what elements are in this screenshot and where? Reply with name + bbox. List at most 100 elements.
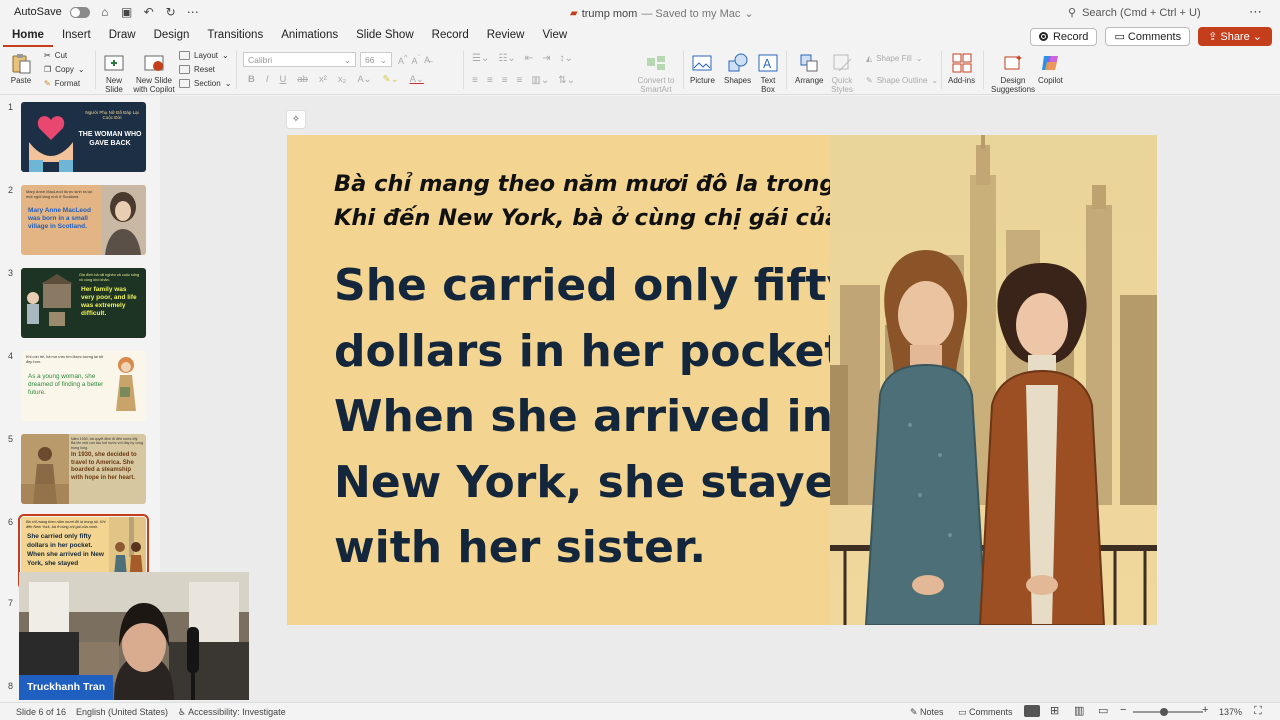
more-options-icon[interactable]: ⋯	[1249, 4, 1262, 20]
copilot-button[interactable]: Copilot	[1038, 52, 1063, 85]
slide-thumbnail-2[interactable]: Mary Anne MacLeod được sinh ra tại một n…	[21, 185, 146, 255]
shape-fill-button[interactable]: ◭ Shape Fill ⌄	[866, 54, 922, 63]
slideshow-icon[interactable]: ▭	[1098, 704, 1108, 717]
tab-view[interactable]: View	[533, 27, 576, 47]
thumb-title: She carried only fifty dollars in her po…	[27, 533, 104, 567]
slide-sorter-icon[interactable]: ⊞	[1050, 704, 1059, 717]
text-box-button[interactable]: A Text Box	[757, 52, 779, 94]
arrange-button[interactable]: Arrange	[795, 52, 823, 85]
tab-animations[interactable]: Animations	[272, 27, 347, 47]
bold-icon[interactable]: B	[248, 74, 255, 85]
tab-draw[interactable]: Draw	[100, 27, 145, 47]
save-icon[interactable]: ▣	[120, 5, 134, 19]
zoom-slider-handle[interactable]	[1160, 708, 1168, 716]
notes-button[interactable]: ✎ Notes	[910, 707, 944, 718]
slide-thumbnail-4[interactable]: Khi còn trẻ, bà mơ ước tìm được tương la…	[21, 351, 146, 421]
new-slide-button[interactable]: New Slide	[102, 52, 126, 94]
zoom-out-icon[interactable]: −	[1120, 704, 1126, 716]
paste-button[interactable]: Paste	[10, 52, 32, 85]
tab-review[interactable]: Review	[478, 27, 534, 47]
numbering-icon: ☷⌄	[498, 53, 516, 64]
undo-icon[interactable]: ↶	[142, 5, 156, 19]
current-slide[interactable]: Bà chỉ mang theo năm mươi đô la trong tú…	[287, 135, 1157, 625]
highlight-icon[interactable]: ✎⌄	[383, 74, 399, 85]
underline-icon[interactable]: U	[280, 74, 287, 85]
english-text-box[interactable]: She carried only fifty dollars in her po…	[334, 253, 866, 581]
columns-icon: ▥⌄	[531, 75, 550, 86]
notes-icon: ✎	[910, 707, 921, 717]
portrait-image	[101, 185, 146, 255]
english-line-1: She carried only fifty	[334, 260, 856, 311]
thumb-title: Mary Anne MacLeod was born in a small vi…	[28, 207, 91, 230]
format-painter-button[interactable]: ✎ Format	[44, 79, 80, 88]
picture-button[interactable]: Picture	[690, 52, 715, 85]
tab-insert[interactable]: Insert	[53, 27, 100, 47]
text-effects-icon[interactable]: A⌄	[357, 74, 371, 85]
thumb-title: In 1930, she decided to travel to Americ…	[71, 452, 137, 481]
redo-icon[interactable]: ↻	[164, 5, 178, 19]
subscript-icon[interactable]: x²	[319, 74, 327, 85]
list-buttons[interactable]: ☰⌄ ☷⌄ ⇤ ⇥ ↕⌄	[472, 53, 573, 64]
quick-styles-button[interactable]: Quick Styles	[830, 52, 854, 94]
record-button[interactable]: Record	[1029, 27, 1098, 46]
section-button[interactable]: Section ⌄	[179, 79, 231, 88]
align-buttons[interactable]: ≡ ≡ ≡ ≡ ▥⌄ ⇅⌄	[472, 75, 575, 86]
accessibility-status[interactable]: ♿ Accessibility: Investigate	[178, 707, 286, 718]
superscript-icon[interactable]: x₂	[338, 74, 346, 85]
document-title[interactable]: ▰ trump mom — Saved to my Mac ⌄	[570, 7, 754, 21]
tab-home[interactable]: Home	[3, 27, 53, 47]
slide-thumbnail-1[interactable]: Người Phụ Nữ Đã Đáp Lại Cuộc Đời THE WOM…	[21, 102, 146, 172]
italic-icon[interactable]: I	[266, 74, 269, 85]
normal-view-icon[interactable]	[1024, 705, 1040, 717]
cut-button[interactable]: ✂ Cut	[44, 51, 67, 60]
tab-slide-show[interactable]: Slide Show	[347, 27, 423, 47]
slide-number: 7	[8, 598, 14, 608]
search-input[interactable]: Search (Cmd + Ctrl + U)	[1082, 7, 1201, 19]
reading-view-icon[interactable]: ▥	[1074, 704, 1084, 717]
copy-button[interactable]: ❐ Copy ⌄	[44, 65, 85, 74]
fit-to-window-icon[interactable]: ⛶	[1254, 705, 1262, 718]
bullets-icon: ☰⌄	[472, 53, 490, 64]
shape-outline-button[interactable]: ✎ Shape Outline ⌄	[866, 76, 938, 85]
zoom-level[interactable]: 137%	[1219, 707, 1242, 717]
search-box[interactable]: ⚲ Search (Cmd + Ctrl + U)	[1068, 6, 1201, 20]
font-size-buttons[interactable]: A^ Aˇ A̶	[398, 53, 430, 66]
chevron-down-icon: ⌄	[343, 55, 351, 65]
comment-icon: ▭	[1114, 31, 1128, 43]
thumb-subtitle: Gia đình bà rất nghèo và cuộc sống vô cù…	[79, 273, 140, 282]
pen-icon: ✎	[866, 76, 873, 85]
accessibility-icon: ♿	[178, 707, 189, 717]
font-name-select[interactable]: Calibri ⌄	[243, 52, 356, 67]
home-icon[interactable]: ⌂	[98, 5, 112, 19]
language-status[interactable]: English (United States)	[76, 707, 168, 717]
strikethrough-icon[interactable]: ab	[297, 74, 308, 85]
zoom-slider[interactable]	[1133, 711, 1203, 713]
tab-record[interactable]: Record	[423, 27, 478, 47]
designer-wand-icon[interactable]: ✧	[286, 110, 306, 129]
status-comments-button[interactable]: ▭ Comments	[958, 707, 1013, 718]
tab-design[interactable]: Design	[145, 27, 199, 47]
layout-button[interactable]: Layout ⌄	[179, 51, 229, 60]
smartart-icon	[647, 56, 665, 70]
record-icon	[1038, 32, 1048, 41]
reset-button[interactable]: Reset	[179, 65, 215, 74]
convert-smartart-button[interactable]: Convert to SmartArt	[636, 52, 676, 94]
add-ins-button[interactable]: Add-ins	[948, 52, 975, 85]
new-slide-copilot-button[interactable]: New Slide with Copilot	[132, 52, 176, 94]
design-suggestions-button[interactable]: Design Suggestions	[991, 52, 1035, 94]
shapes-button[interactable]: Shapes	[724, 52, 751, 85]
format-row: B I U ab x² x₂ A⌄ ✎⌄ A⌄	[248, 74, 424, 85]
tab-transitions[interactable]: Transitions	[198, 27, 272, 47]
autosave-toggle[interactable]	[69, 6, 90, 18]
font-size-select[interactable]: 66 ⌄	[360, 52, 392, 67]
sisters-new-york-illustration[interactable]	[830, 135, 1157, 625]
font-color-icon[interactable]: A⌄	[410, 74, 424, 85]
slide-thumbnail-5[interactable]: Năm 1930, bà quyết định đi đến nước Mỹ. …	[21, 434, 146, 504]
slide-thumbnail-3[interactable]: Gia đình bà rất nghèo và cuộc sống vô cù…	[21, 268, 146, 338]
zoom-in-icon[interactable]: +	[1202, 704, 1208, 716]
slide-number: 5	[8, 434, 14, 444]
share-button[interactable]: ⇪ Share ⌄	[1198, 27, 1272, 46]
more-icon[interactable]: ⋯	[186, 5, 200, 19]
comments-button[interactable]: ▭ Comments	[1105, 27, 1191, 46]
section-icon	[179, 79, 190, 88]
